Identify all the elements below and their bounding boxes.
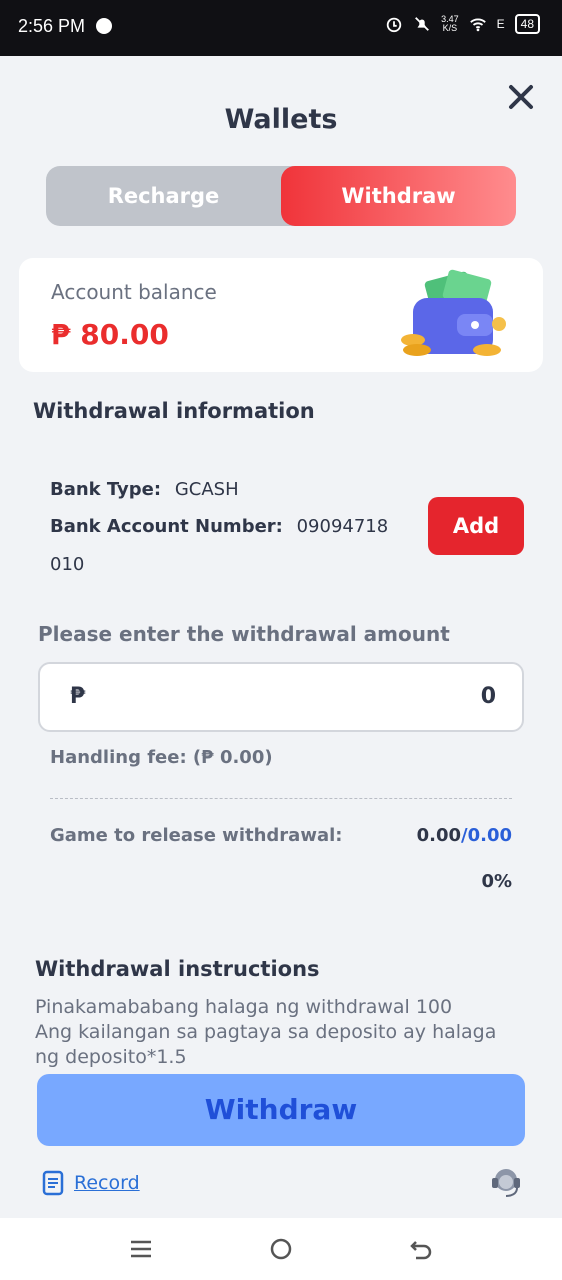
instruction-line: ng deposito*1.5	[35, 1046, 187, 1068]
status-icons: 3.47 K/S E 48	[385, 14, 540, 34]
headset-icon[interactable]	[488, 1164, 524, 1200]
signal-type: E	[496, 16, 505, 31]
wallet-tabs: Recharge Withdraw	[46, 166, 516, 226]
balance-card: Account balance ₱ 80.00	[19, 258, 543, 372]
battery-icon: 48	[514, 14, 540, 34]
wifi-icon	[469, 18, 486, 32]
balance-label: Account balance	[51, 280, 217, 304]
status-bar: 2:56 PM 3.47 K/S E 48	[0, 0, 562, 56]
mute-icon	[415, 17, 430, 31]
record-label[interactable]: Record	[74, 1172, 140, 1194]
release-separator: /	[461, 825, 468, 846]
release-label: Game to release withdrawal:	[50, 825, 343, 846]
network-speed: 3.47 K/S	[441, 15, 459, 33]
balance-amount: ₱ 80.00	[51, 318, 169, 351]
release-percent: 0%	[481, 871, 512, 892]
page-title: Wallets	[224, 104, 338, 135]
bank-type-label: Bank Type:	[50, 479, 162, 500]
status-time: 2:56 PM	[18, 16, 86, 36]
bank-type-row: Bank Type: GCASH	[50, 479, 239, 500]
amount-input[interactable]: ₱ 0	[38, 662, 524, 732]
release-current: 0.00	[416, 825, 461, 846]
release-target: 0.00	[467, 825, 512, 846]
release-progress: 0.00/0.00	[417, 825, 512, 846]
wallet-illustration	[401, 269, 506, 356]
menu-icon[interactable]	[128, 1236, 154, 1262]
back-icon[interactable]	[408, 1236, 434, 1262]
bank-account-row: Bank Account Number: 09094718	[50, 516, 388, 537]
divider	[50, 798, 512, 799]
bank-account-value: 09094718	[296, 516, 389, 537]
instruction-line: Pinakamababang halaga ng withdrawal 100	[35, 996, 453, 1018]
amount-value[interactable]: 0	[481, 684, 496, 709]
speed-unit: K/S	[442, 23, 458, 33]
tab-withdraw[interactable]: Withdraw	[281, 166, 516, 226]
alarm-icon	[386, 17, 402, 33]
document-icon	[42, 1170, 64, 1196]
bank-account-label: Bank Account Number:	[50, 516, 283, 537]
handling-fee: Handling fee: (₱ 0.00)	[50, 747, 273, 768]
bank-account-value-cont: 010	[50, 554, 85, 575]
currency-symbol: ₱	[70, 684, 86, 709]
home-icon[interactable]	[268, 1236, 294, 1262]
bank-type-value: GCASH	[174, 479, 239, 500]
withdraw-button[interactable]: Withdraw	[37, 1074, 525, 1146]
withdrawal-info-title: Withdrawal information	[33, 399, 315, 423]
record-link[interactable]: Record	[42, 1170, 140, 1196]
instruction-line: Ang kailangan sa pagtaya sa deposito ay …	[35, 1021, 497, 1043]
add-account-button[interactable]: Add	[428, 497, 524, 555]
amount-label: Please enter the withdrawal amount	[38, 622, 450, 646]
tab-recharge[interactable]: Recharge	[46, 166, 281, 226]
instructions-title: Withdrawal instructions	[35, 957, 320, 981]
messenger-icon	[96, 18, 112, 34]
system-nav-bar	[0, 1218, 562, 1280]
